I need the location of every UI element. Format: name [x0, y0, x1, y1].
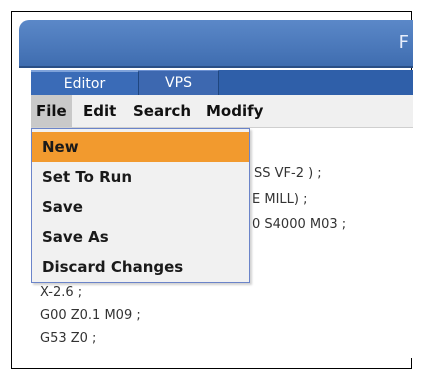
menu-item-save-as[interactable]: Save As — [32, 222, 249, 252]
menu-edit[interactable]: Edit — [78, 95, 121, 127]
menu-item-set-to-run[interactable]: Set To Run — [32, 162, 249, 192]
code-fragment: E MILL) ; — [252, 192, 308, 207]
tab-bar: Editor VPS — [31, 70, 413, 95]
window-titlebar: F — [19, 20, 413, 68]
code-fragment: SS VF-2 ) ; — [254, 166, 322, 181]
tab-vps[interactable]: VPS — [139, 70, 219, 95]
menu-item-save[interactable]: Save — [32, 192, 249, 222]
code-line: X-2.6 ; — [40, 285, 83, 300]
menu-item-new[interactable]: New — [32, 132, 249, 162]
code-line: G00 Z0.1 M09 ; — [40, 308, 141, 323]
menu-search[interactable]: Search — [128, 95, 196, 127]
window-title: F — [398, 32, 409, 53]
tab-editor[interactable]: Editor — [31, 70, 139, 95]
menu-modify[interactable]: Modify — [201, 95, 268, 127]
code-fragment: 0 S4000 M03 ; — [252, 217, 347, 232]
menu-item-discard-changes[interactable]: Discard Changes — [32, 252, 249, 282]
menu-bar: File Edit Search Modify — [31, 95, 413, 128]
menu-file[interactable]: File — [31, 95, 72, 127]
code-line: G53 Z0 ; — [40, 331, 97, 346]
file-menu-dropdown: New Set To Run Save Save As Discard Chan… — [31, 128, 250, 283]
